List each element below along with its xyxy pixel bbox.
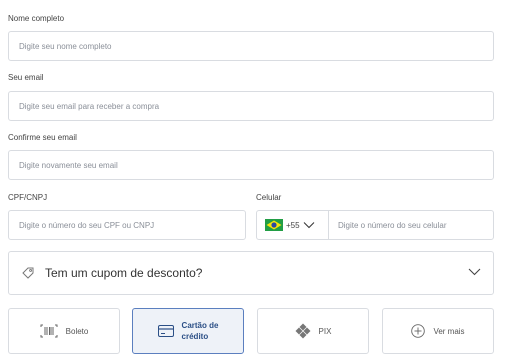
chevron-down-icon — [468, 268, 481, 276]
email-placeholder: Digite seu email para receber a compra — [19, 101, 160, 111]
confirm-email-label: Confirme seu email — [8, 133, 77, 142]
phone-field: +55 Digite o número do seu celular — [256, 210, 494, 240]
payment-boleto-label: Boleto — [65, 326, 89, 336]
payment-credit-card-label-line2: crédito — [181, 332, 209, 341]
coupon-label: Tem um cupom de desconto? — [45, 266, 203, 280]
phone-label: Celular — [256, 193, 282, 202]
cpf-placeholder: Digite o número do seu CPF ou CNPJ — [19, 220, 155, 230]
payment-pix-button[interactable]: PIX — [257, 308, 369, 354]
name-placeholder: Digite seu nome completo — [19, 41, 112, 51]
payment-credit-card-label-line1: Cartão de — [181, 321, 219, 330]
phone-placeholder[interactable]: Digite o número do seu celular — [329, 221, 447, 230]
credit-card-icon — [157, 325, 174, 337]
brazil-flag-icon — [265, 219, 283, 231]
confirm-email-input[interactable]: Digite novamente seu email — [8, 150, 494, 180]
payment-pix-label: PIX — [318, 326, 332, 336]
payment-credit-card-label: Cartão de crédito — [182, 320, 219, 342]
payment-credit-card-button[interactable]: Cartão de crédito — [132, 308, 244, 354]
email-label: Seu email — [8, 73, 44, 82]
cpf-label: CPF/CNPJ — [8, 193, 48, 202]
cpf-input[interactable]: Digite o número do seu CPF ou CNPJ — [8, 210, 246, 240]
payment-more-label: Ver mais — [433, 326, 465, 336]
tag-icon — [22, 267, 34, 279]
email-input[interactable]: Digite seu email para receber a compra — [8, 91, 494, 121]
country-code-selector[interactable]: +55 — [257, 211, 329, 239]
country-code: +55 — [286, 220, 300, 230]
barcode-icon — [40, 324, 58, 338]
name-label: Nome completo — [8, 14, 65, 23]
chevron-down-icon — [303, 222, 314, 229]
plus-circle-icon — [411, 324, 426, 338]
payment-boleto-button[interactable]: Boleto — [8, 308, 120, 354]
name-input[interactable]: Digite seu nome completo — [8, 31, 494, 61]
confirm-email-placeholder: Digite novamente seu email — [19, 160, 118, 170]
coupon-toggle[interactable]: Tem um cupom de desconto? — [8, 251, 494, 295]
pix-icon — [295, 323, 311, 339]
payment-more-button[interactable]: Ver mais — [382, 308, 494, 354]
